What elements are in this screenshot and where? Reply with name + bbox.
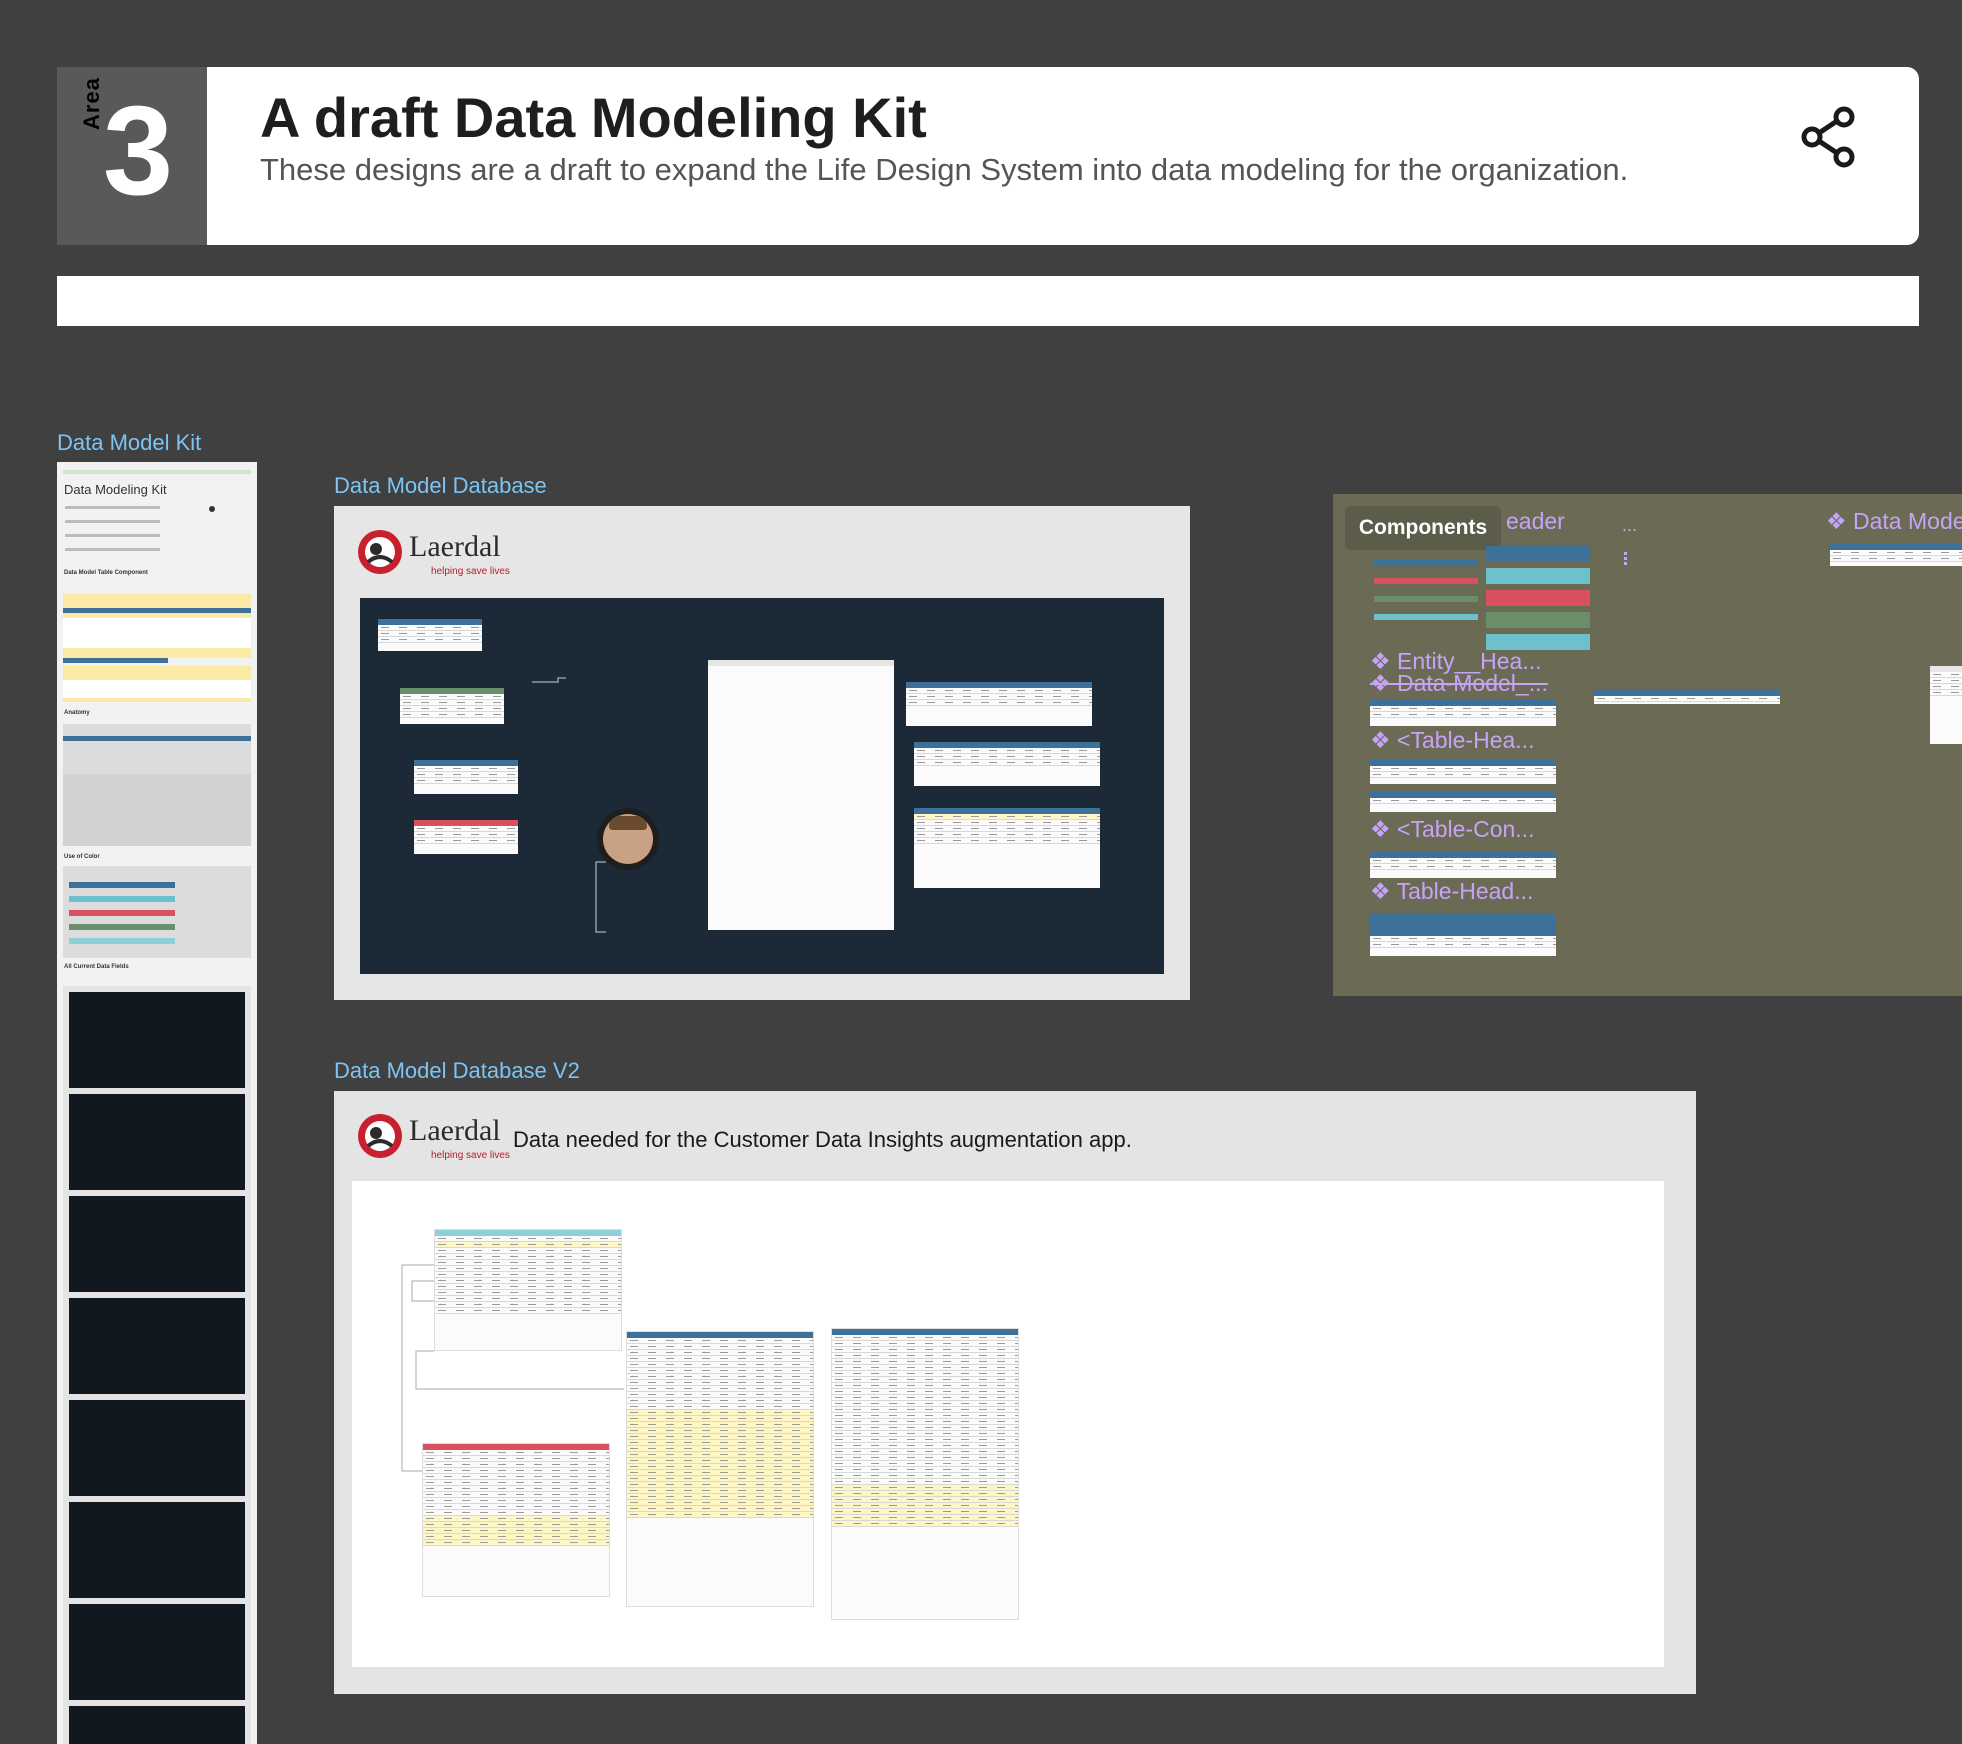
color-block <box>1486 568 1590 584</box>
page-title: A draft Data Modeling Kit <box>260 86 927 149</box>
laerdal-logo-text: Laerdal <box>409 530 501 563</box>
frame-label-data-model-database[interactable]: Data Model Database <box>334 473 547 499</box>
data-model-kit-frame[interactable]: Data Modeling Kit Data Model Table Compo… <box>57 462 257 1744</box>
component-table-preview <box>1370 852 1556 878</box>
share-button[interactable] <box>1800 106 1856 168</box>
v2-connector-lines <box>401 1264 624 1472</box>
frame-label-data-model-database-v2[interactable]: Data Model Database V2 <box>334 1058 580 1084</box>
color-swatch <box>1374 614 1478 620</box>
component-table-preview <box>1830 544 1962 566</box>
page-subtitle: These designs are a draft to expand the … <box>260 152 1629 187</box>
connector-lines <box>532 677 606 933</box>
kit-section-use-of-color: Use of Color <box>64 854 100 860</box>
area-number: 3 <box>103 80 174 221</box>
component-label-header[interactable]: eader <box>1506 508 1565 535</box>
component-drag-handle[interactable] <box>1624 552 1627 566</box>
color-swatch <box>1374 578 1478 584</box>
laerdal-logo-icon <box>356 1112 404 1160</box>
component-diamond-icon: ❖ <box>1370 878 1397 904</box>
component-label-data-mode[interactable]: ❖ Data Mode <box>1826 508 1962 535</box>
component-diamond-icon: ❖ <box>1826 508 1854 534</box>
component-table-preview <box>1370 792 1556 812</box>
component-table-preview <box>1370 760 1556 784</box>
v2-caption: Data needed for the Customer Data Insigh… <box>513 1127 1132 1152</box>
share-icon <box>1801 106 1855 168</box>
component-data-model[interactable]: ❖ Data-Model_... <box>1370 670 1548 697</box>
component-table-content[interactable]: ❖ <Table-Con... <box>1370 816 1534 843</box>
component-overflow[interactable]: ... <box>1622 515 1637 536</box>
component-table-preview <box>1930 666 1962 744</box>
color-swatch <box>1374 560 1478 566</box>
component-table-preview <box>1370 914 1556 956</box>
laerdal-logo-text: Laerdal <box>409 1114 501 1147</box>
color-block <box>1486 590 1590 606</box>
color-swatch <box>1374 596 1478 602</box>
component-table-preview <box>1594 690 1780 704</box>
kit-title: Data Modeling Kit <box>64 482 167 497</box>
color-block <box>1486 612 1590 628</box>
laerdal-logo-tagline: helping save lives <box>431 1150 510 1161</box>
banner-bar <box>57 276 1919 326</box>
component-table-header[interactable]: ❖ <Table-Hea... <box>1370 727 1534 754</box>
collaborator-avatar[interactable] <box>597 808 659 870</box>
kit-section-anatomy: Anatomy <box>64 710 90 716</box>
component-diamond-icon: ❖ <box>1370 727 1398 753</box>
component-table-preview <box>1370 700 1556 726</box>
kit-section-table-component: Data Model Table Component <box>64 570 148 576</box>
component-table-head[interactable]: ❖ Table-Head... <box>1370 878 1533 905</box>
frame-label-data-model-kit[interactable]: Data Model Kit <box>57 430 201 456</box>
component-diamond-icon: ❖ <box>1370 670 1398 696</box>
color-block <box>1486 634 1590 650</box>
laerdal-logo-icon <box>356 528 404 576</box>
component-diamond-icon: ❖ <box>1370 816 1398 842</box>
color-block <box>1486 546 1590 562</box>
kit-section-all-fields: All Current Data Fields <box>64 964 129 970</box>
area-label: Area <box>79 77 104 130</box>
components-tag[interactable]: Components <box>1345 506 1501 550</box>
laerdal-logo-tagline: helping save lives <box>431 566 510 577</box>
